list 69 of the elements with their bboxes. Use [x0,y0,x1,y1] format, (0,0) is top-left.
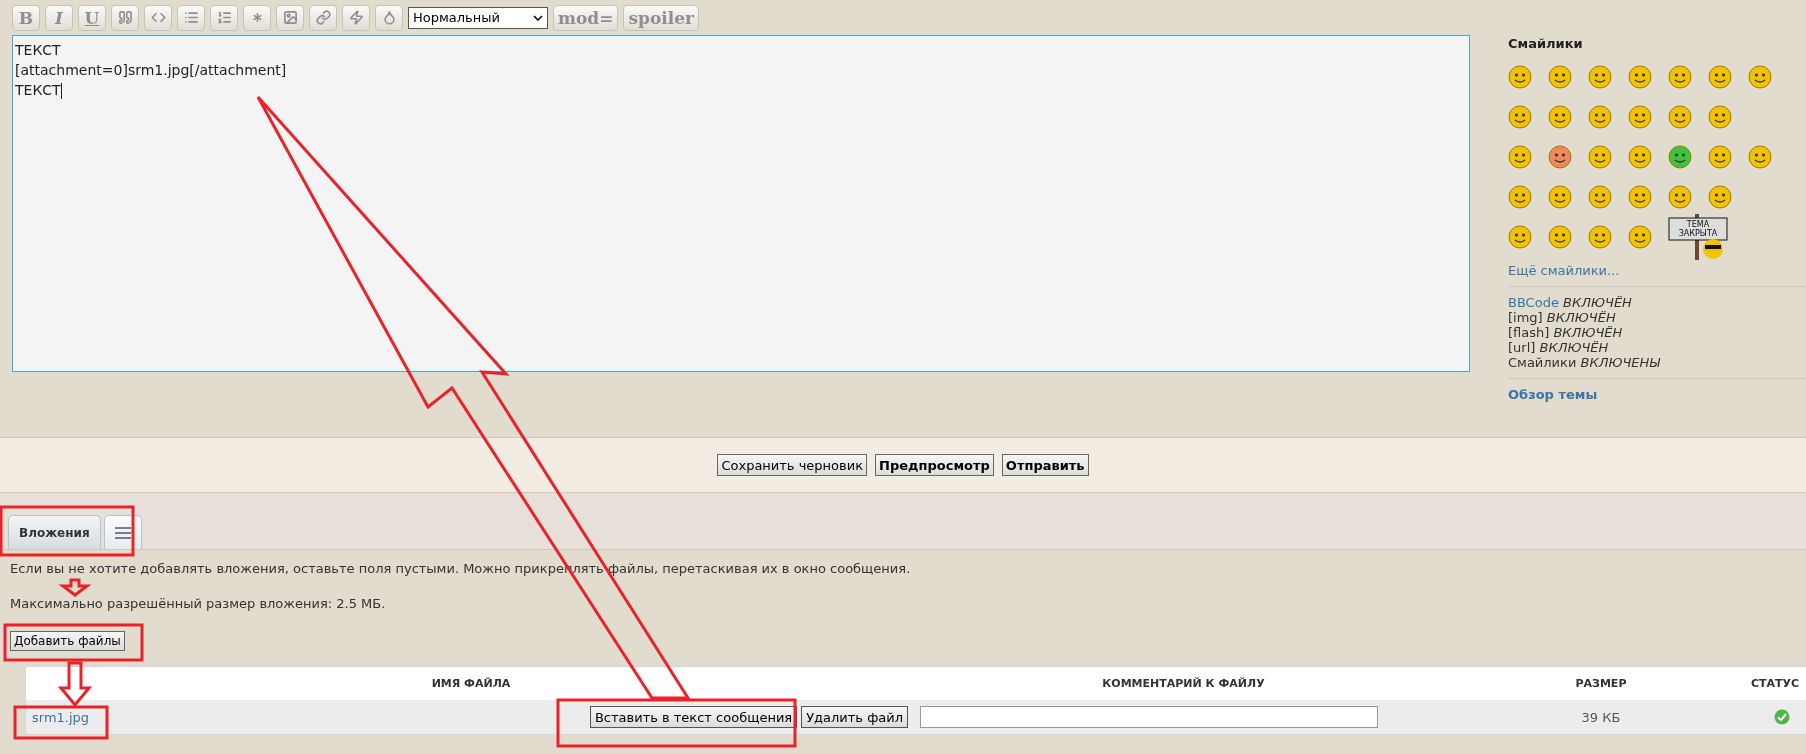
smiley-icon[interactable] [1628,65,1652,89]
option-status: [url] ВКЛЮЧЁН [1508,340,1610,355]
code-icon[interactable] [150,10,166,25]
column-header: КОММЕНТАРИЙ К ФАЙЛУ [1101,677,1266,690]
smiley-icon[interactable] [1548,185,1572,209]
lightning-icon[interactable] [348,10,364,25]
chevron-down-icon [533,14,543,21]
smiley-icon[interactable] [1668,185,1692,209]
smiley-icon[interactable] [1628,105,1652,129]
smiley-icon[interactable] [1668,145,1692,169]
option-status: [flash] ВКЛЮЧЁН [1508,325,1624,340]
smiley-icon[interactable] [1508,65,1532,89]
smiley-icon[interactable] [1548,105,1572,129]
check-icon [1774,709,1790,725]
smiley-icon[interactable] [1708,105,1732,129]
smiley-icon[interactable] [1548,65,1572,89]
numbered-list-icon[interactable] [216,10,232,25]
submit-button[interactable]: Сохранить черновик [717,454,867,476]
sidebar-title: Смайлики [1508,36,1584,51]
smiley-icon[interactable] [1748,145,1772,169]
smiley-icon[interactable] [1508,145,1532,169]
column-header: ИМЯ ФАЙЛА [430,677,512,690]
font-size-select[interactable]: Нормальный [408,6,548,29]
more-smilies-link[interactable]: Ещё смайлики... [1508,263,1806,287]
column-header: РАЗМЕР [1574,677,1628,690]
smiley-icon[interactable] [1588,145,1612,169]
image-icon[interactable] [282,10,298,25]
topic-review-link[interactable]: Обзор темы [1508,387,1806,402]
add-files-button[interactable]: Добавить файлы [10,631,125,651]
smiley-icon[interactable] [1508,105,1532,129]
smiley-icon[interactable] [1588,65,1612,89]
bbcode-link[interactable]: BBCode [1508,295,1559,310]
smiley-icon[interactable] [1708,145,1732,169]
quote-icon[interactable] [117,10,133,25]
option-status: BBCode ВКЛЮЧЁН [1508,295,1633,310]
max-size-text: Максимально разрешённый размер вложения: 2.5 МБ. [10,596,387,612]
message-field[interactable]: ТЕКСТ [attachment=0]srm1.jpg[/attachment] ТЕКСТ [12,35,1470,372]
size-cell-text: 39 КБ [1580,709,1622,725]
comment-field[interactable] [920,706,1378,728]
option-status: Смайлики ВКЛЮЧЕНЫ [1508,355,1662,370]
smiley-icon[interactable] [1628,185,1652,209]
smiley-icon[interactable] [1628,225,1652,249]
menu-tab[interactable] [103,515,142,549]
smiley-icon[interactable] [1548,145,1572,169]
smiley-icon[interactable] [1668,65,1692,89]
smiley-icon[interactable] [1748,65,1772,89]
tab[interactable]: Вложения [8,515,101,549]
smiley-icon[interactable] [1588,225,1612,249]
smiley-icon[interactable] [1628,145,1652,169]
link-icon[interactable] [315,10,331,25]
smiley-icon[interactable] [1708,185,1732,209]
smiley-icon[interactable] [1708,65,1732,89]
drop-icon[interactable] [381,10,397,25]
list-icon[interactable] [183,10,199,25]
option-status: [img] ВКЛЮЧЁН [1508,310,1617,325]
column-header: СТАТУС [1751,677,1801,690]
arrow-drawing [58,578,92,597]
delete-file-button[interactable]: Удалить файл [801,706,908,728]
submit-button[interactable]: Предпросмотр [875,454,994,476]
smiley-icon[interactable] [1508,225,1532,249]
menu-icon [114,526,131,539]
submit-button[interactable]: Отправить [1001,454,1089,476]
smiley-icon[interactable] [1588,105,1612,129]
smiley-icon[interactable] [1548,225,1572,249]
smiley-icon[interactable] [1668,105,1692,129]
arrow-drawing [57,661,93,708]
smiley-icon[interactable] [1508,185,1532,209]
smiley-icon[interactable] [1588,185,1612,209]
file-link[interactable]: srm1.jpg [32,709,90,725]
